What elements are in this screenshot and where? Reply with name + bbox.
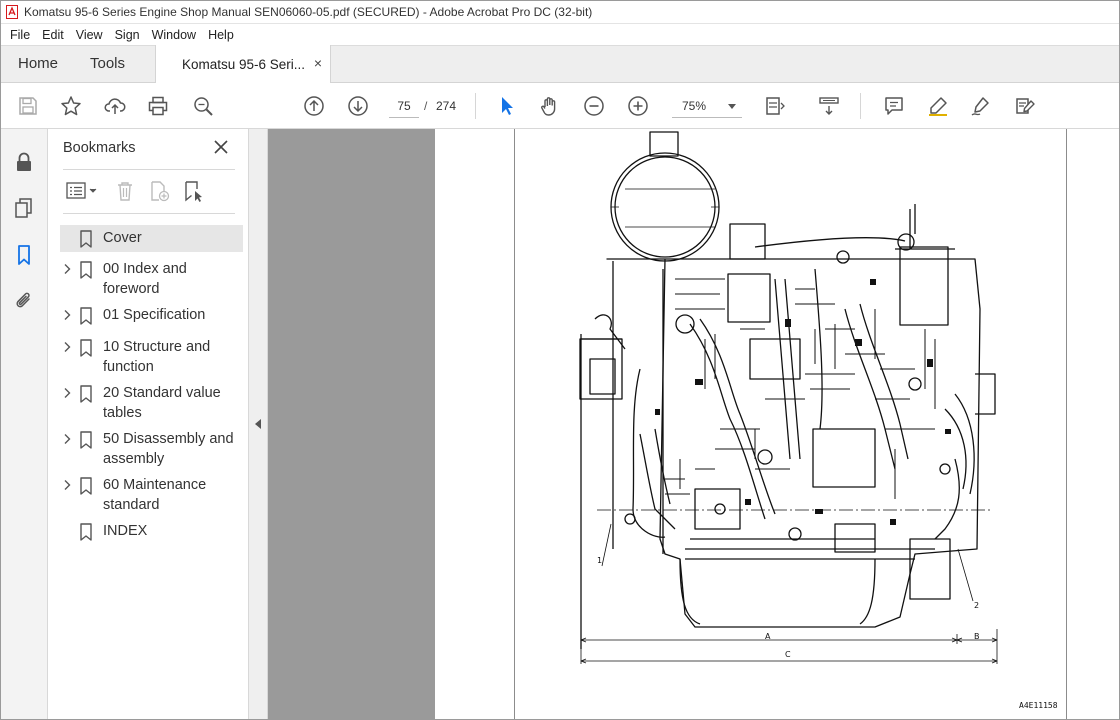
bookmark-item-structure-function[interactable]: 10 Structure and function [60,337,243,379]
bookmark-icon [80,431,92,449]
bookmark-label: INDEX [103,523,148,539]
page-down-icon[interactable] [345,93,371,119]
chevron-right-icon[interactable] [62,341,72,353]
chevron-right-icon[interactable] [62,387,72,399]
bookmark-icon [80,307,92,325]
chevron-right-icon[interactable] [62,263,72,275]
chevron-right-icon[interactable] [62,479,72,491]
bookmark-options-menu[interactable] [62,179,102,203]
page-up-icon[interactable] [301,93,327,119]
bookmark-icon [80,523,92,541]
page-total: 274 [436,99,457,113]
bookmark-icon [80,230,92,248]
bookmark-label: 00 Index and foreword [103,261,187,297]
zoom-search-icon[interactable] [190,93,216,119]
lock-icon[interactable] [12,150,36,174]
attachment-icon[interactable] [12,289,36,313]
toolbar-divider [475,93,476,119]
panel-divider [63,169,235,170]
menu-view[interactable]: View [70,28,109,42]
engine-line-drawing: 1 2 A B C [579,131,998,664]
bookmarks-panel-title: Bookmarks [63,140,136,156]
panel-collapse-strip[interactable] [249,129,268,720]
acrobat-pdf-icon [6,4,18,19]
close-icon[interactable] [212,138,230,156]
window-title: Komatsu 95-6 Series Engine Shop Manual S… [24,4,593,19]
tab-bar: Home Tools Komatsu 95-6 Seri... × [0,45,1120,84]
comment-icon[interactable] [881,93,907,119]
bookmark-item-specification[interactable]: 01 Specification [60,305,243,327]
bookmark-icon [80,477,92,495]
zoom-out-icon[interactable] [581,93,607,119]
bookmark-icon [80,261,92,279]
dimension-a-label: A [765,632,771,641]
fit-page-icon[interactable] [762,93,788,119]
edit-pdf-icon[interactable] [1012,93,1038,119]
callout-1-label: 1 [597,556,602,565]
star-icon[interactable] [58,93,84,119]
bookmark-label: 50 Disassembly and assembly [103,431,234,467]
select-cursor-icon[interactable] [494,93,520,119]
find-bookmark-icon[interactable] [180,179,206,203]
delete-bookmark-icon[interactable] [112,179,138,203]
toolbar-divider [860,93,861,119]
callout-2-label: 2 [974,601,979,610]
figure-id-label: A4E11158 [1019,701,1058,710]
bookmark-item-maintenance-standard[interactable]: 60 Maintenance standard [60,475,243,517]
bookmark-item-cover[interactable]: Cover [60,225,243,252]
highlight-pen-icon[interactable] [925,93,951,119]
print-icon[interactable] [145,93,171,119]
toolbar: 75 / 274 75% [0,83,1120,129]
hand-icon[interactable] [537,93,563,119]
bookmark-item-disassembly-assembly[interactable]: 50 Disassembly and assembly [60,429,243,471]
document-viewport[interactable]: 1 2 A B C A4E11158 [268,129,1120,720]
pdf-page[interactable]: 1 2 A B C A4E11158 [514,129,1067,720]
page-separator: / [424,99,428,113]
upload-icon[interactable] [102,93,128,119]
bookmark-label: 10 Structure and function [103,339,211,375]
dimension-b-label: B [974,632,980,641]
chevron-right-icon[interactable] [62,433,72,445]
chevron-right-icon[interactable] [62,309,72,321]
pages-icon[interactable] [12,196,36,220]
menu-window[interactable]: Window [146,28,202,42]
save-icon[interactable] [15,93,41,119]
zoom-in-icon[interactable] [625,93,651,119]
new-bookmark-icon[interactable] [146,179,172,203]
close-tab-icon[interactable]: × [312,56,324,70]
menu-bar: File Edit View Sign Window Help [0,24,1120,45]
tab-home[interactable]: Home [18,46,58,83]
scroll-mode-icon[interactable] [816,93,842,119]
bookmarks-panel: Bookmarks Cover 00 Index and foreword 01… [48,129,249,720]
bookmark-label: 60 Maintenance standard [103,477,207,513]
bookmark-item-index[interactable]: INDEX [60,521,243,543]
menu-file[interactable]: File [4,28,36,42]
bookmark-icon [80,339,92,357]
collapse-left-icon[interactable] [255,419,261,429]
bookmark-item-standard-value-tables[interactable]: 20 Standard value tables [60,383,243,425]
window-title-bar: Komatsu 95-6 Series Engine Shop Manual S… [0,0,1120,24]
document-tab-label: Komatsu 95-6 Seri... [182,57,306,72]
menu-sign[interactable]: Sign [109,28,146,42]
menu-edit[interactable]: Edit [36,28,70,42]
bookmark-label: 20 Standard value tables [103,385,221,421]
bookmark-icon [80,385,92,403]
dimension-c-label: C [785,650,791,659]
menu-help[interactable]: Help [202,28,240,42]
panel-divider [63,213,235,214]
page-number-input[interactable]: 75 [389,94,419,118]
chevron-down-icon [728,104,736,109]
bookmark-icon[interactable] [12,243,36,267]
bookmark-label: 01 Specification [103,307,206,323]
previous-page-area [268,129,435,720]
zoom-level-select[interactable]: 75% [672,94,742,118]
tab-document[interactable]: Komatsu 95-6 Seri... × [155,45,331,84]
sign-pen-icon[interactable] [968,93,994,119]
bookmark-label: Cover [103,230,142,246]
tab-tools[interactable]: Tools [90,46,125,83]
zoom-level-value: 75% [682,99,707,113]
left-tool-rail [0,129,48,720]
bookmark-item-index-foreword[interactable]: 00 Index and foreword [60,259,243,301]
